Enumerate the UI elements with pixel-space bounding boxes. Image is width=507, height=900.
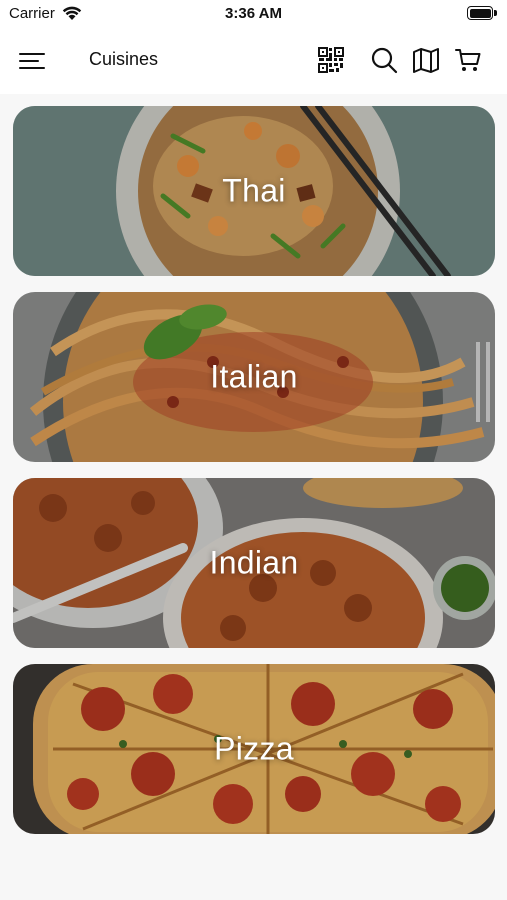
cuisine-list: Thai Italian Indian Pizza — [13, 106, 495, 850]
cuisine-card-label: Thai — [222, 172, 286, 209]
status-bar: Carrier 3:36 AM — [0, 0, 507, 28]
clock: 3:36 AM — [225, 5, 282, 22]
cuisine-card-pizza[interactable]: Pizza — [13, 664, 495, 834]
cuisine-card-label: Indian — [209, 544, 299, 581]
cuisine-card-label: Italian — [210, 358, 298, 395]
search-button[interactable] — [368, 44, 400, 76]
qr-code-button[interactable] — [315, 44, 347, 76]
cart-button[interactable] — [452, 44, 484, 76]
map-icon — [413, 48, 439, 73]
search-icon — [371, 47, 398, 74]
cuisine-card-italian[interactable]: Italian — [13, 292, 495, 462]
map-button[interactable] — [410, 44, 442, 76]
menu-icon — [19, 53, 45, 69]
battery-icon — [467, 6, 497, 20]
cuisine-card-indian[interactable]: Indian — [13, 478, 495, 648]
cuisine-card-thai[interactable]: Thai — [13, 106, 495, 276]
page-title: Cuisines — [89, 49, 159, 69]
navigation-bar: Cuisines — [0, 28, 507, 94]
menu-button[interactable] — [16, 46, 48, 76]
cuisine-card-label: Pizza — [214, 730, 294, 767]
cart-icon — [455, 49, 481, 71]
qr-code-icon — [318, 47, 344, 73]
